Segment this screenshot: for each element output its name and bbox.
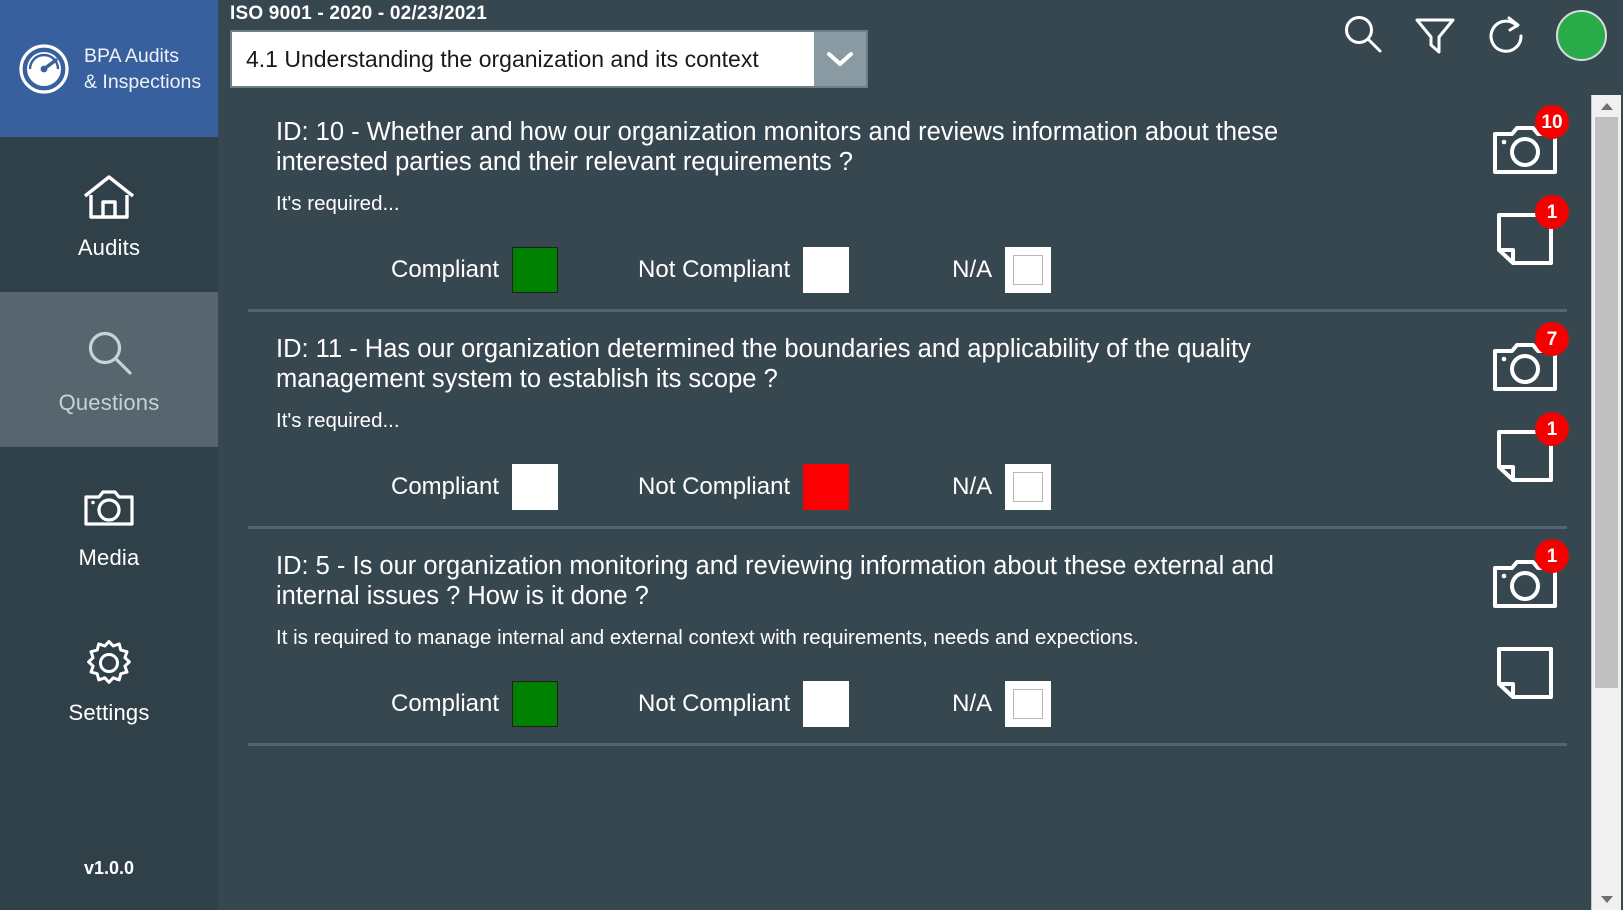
arrow-up-icon [1600, 102, 1613, 110]
compliant-checkbox[interactable] [512, 464, 559, 510]
filter-icon[interactable] [1412, 12, 1458, 58]
answer-compliant[interactable]: Compliant [391, 464, 559, 510]
search-icon [80, 324, 138, 382]
not-compliant-checkbox[interactable] [803, 247, 850, 293]
gauge-icon [18, 43, 70, 95]
not-compliant-checkbox[interactable] [803, 681, 850, 727]
topbar-actions [1340, 0, 1607, 70]
answer-options: Compliant Not Compliant N/A [248, 681, 1567, 727]
question-note: It is required to manage internal and ex… [276, 626, 1139, 649]
sidebar-item-label: Settings [68, 699, 150, 725]
answer-label: Not Compliant [638, 690, 791, 717]
sidebar-item-label: Media [78, 544, 140, 570]
answer-options: Compliant Not Compliant N/A [248, 464, 1567, 510]
compliant-checkbox[interactable] [512, 247, 559, 293]
audit-title: ISO 9001 - 2020 - 02/23/2021 [230, 3, 488, 24]
note-count-badge: 1 [1535, 412, 1569, 446]
photo-count-badge: 1 [1535, 539, 1569, 573]
answer-label: Compliant [391, 473, 500, 500]
answer-compliant[interactable]: Compliant [391, 681, 559, 727]
answer-label: N/A [952, 473, 993, 500]
sidebar: BPA Audits & Inspections Audits Question… [0, 0, 218, 910]
answer-label: Compliant [391, 256, 500, 283]
sidebar-item-label: Questions [58, 389, 160, 415]
status-indicator[interactable] [1556, 9, 1607, 61]
answer-compliant[interactable]: Compliant [391, 247, 559, 293]
note-attachment-button[interactable] [1489, 641, 1561, 703]
question-row[interactable]: ID: 5 - Is our organization monitoring a… [248, 529, 1569, 746]
app-window: BPA Audits & Inspections Audits Question… [0, 0, 1623, 910]
scroll-down-button[interactable] [1592, 888, 1621, 910]
not-compliant-checkbox[interactable] [803, 464, 850, 510]
question-attachments: 1 [1489, 539, 1569, 703]
note-attachment-button[interactable]: 1 [1489, 195, 1569, 269]
sidebar-nav: Audits Questions Media Settings [0, 137, 218, 826]
na-checkbox[interactable] [1005, 247, 1052, 293]
arrow-down-icon [1600, 895, 1613, 903]
answer-options: Compliant Not Compliant N/A [248, 247, 1567, 293]
gear-icon [80, 634, 138, 692]
app-version: v1.0.0 [83, 857, 135, 878]
answer-label: Compliant [391, 690, 500, 717]
brand-header: BPA Audits & Inspections [0, 0, 218, 137]
question-text: ID: 10 - Whether and how our organizatio… [276, 118, 1279, 176]
question-row[interactable]: ID: 11 - Has our organization determined… [248, 312, 1569, 529]
question-list-area: ID: 10 - Whether and how our organizatio… [218, 95, 1623, 910]
question-row[interactable]: ID: 10 - Whether and how our organizatio… [248, 95, 1569, 312]
section-dropdown-value: 4.1 Understanding the organization and i… [246, 45, 759, 72]
question-list: ID: 10 - Whether and how our organizatio… [218, 95, 1591, 910]
photo-attachment-button[interactable]: 1 [1489, 539, 1569, 613]
sidebar-item-audits[interactable]: Audits [0, 137, 218, 292]
question-text: ID: 5 - Is our organization monitoring a… [276, 552, 1274, 610]
sidebar-item-media[interactable]: Media [0, 447, 218, 602]
question-attachments: 7 1 [1489, 322, 1569, 486]
na-checkbox[interactable] [1005, 681, 1052, 727]
topbar: ISO 9001 - 2020 - 02/23/2021 4.1 Underst… [218, 0, 1623, 95]
na-checkbox[interactable] [1005, 464, 1052, 510]
sidebar-item-questions[interactable]: Questions [0, 292, 218, 447]
answer-label: N/A [952, 256, 993, 283]
photo-count-badge: 7 [1535, 322, 1569, 356]
chevron-down-icon[interactable] [814, 32, 866, 86]
note-attachment-button[interactable]: 1 [1489, 412, 1569, 486]
scroll-up-button[interactable] [1592, 95, 1621, 117]
sidebar-item-settings[interactable]: Settings [0, 602, 218, 757]
note-count-badge: 1 [1535, 195, 1569, 229]
main-pane: ISO 9001 - 2020 - 02/23/2021 4.1 Underst… [218, 0, 1623, 910]
photo-attachment-button[interactable]: 10 [1489, 105, 1569, 179]
photo-count-badge: 10 [1535, 105, 1569, 139]
search-icon[interactable] [1340, 12, 1386, 58]
question-note: It's required... [276, 409, 400, 432]
camera-icon [80, 479, 138, 537]
answer-label: Not Compliant [638, 473, 791, 500]
answer-not-compliant[interactable]: Not Compliant [638, 681, 850, 727]
section-dropdown[interactable]: 4.1 Understanding the organization and i… [230, 30, 868, 88]
home-icon [80, 169, 138, 227]
brand-name: BPA Audits & Inspections [84, 44, 202, 93]
scrollbar-track[interactable] [1592, 117, 1621, 888]
question-note: It's required... [276, 192, 400, 215]
answer-not-compliant[interactable]: Not Compliant [638, 247, 850, 293]
refresh-icon[interactable] [1484, 12, 1530, 58]
photo-attachment-button[interactable]: 7 [1489, 322, 1569, 396]
question-text: ID: 11 - Has our organization determined… [276, 335, 1251, 393]
answer-not-compliant[interactable]: Not Compliant [638, 464, 850, 510]
answer-label: N/A [952, 690, 993, 717]
answer-na[interactable]: N/A [952, 247, 1052, 293]
answer-na[interactable]: N/A [952, 464, 1052, 510]
sidebar-item-label: Audits [77, 234, 141, 260]
vertical-scrollbar[interactable] [1591, 95, 1621, 910]
scrollbar-thumb[interactable] [1595, 117, 1618, 688]
question-attachments: 10 1 [1489, 105, 1569, 269]
answer-label: Not Compliant [638, 256, 791, 283]
answer-na[interactable]: N/A [952, 681, 1052, 727]
compliant-checkbox[interactable] [512, 681, 559, 727]
